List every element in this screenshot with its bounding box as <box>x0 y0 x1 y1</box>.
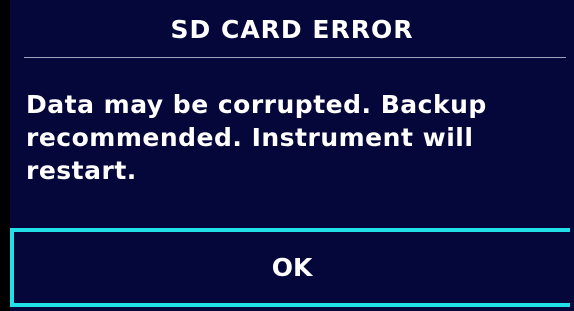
dialog-panel: SD CARD ERROR Data may be corrupted. Bac… <box>10 0 574 311</box>
error-message: Data may be corrupted. Backup recommende… <box>26 90 487 185</box>
dialog-title: SD CARD ERROR <box>170 15 414 44</box>
sd-card-error-dialog: SD CARD ERROR Data may be corrupted. Bac… <box>0 0 574 311</box>
ok-button[interactable]: OK <box>10 228 570 307</box>
title-divider <box>24 57 566 58</box>
